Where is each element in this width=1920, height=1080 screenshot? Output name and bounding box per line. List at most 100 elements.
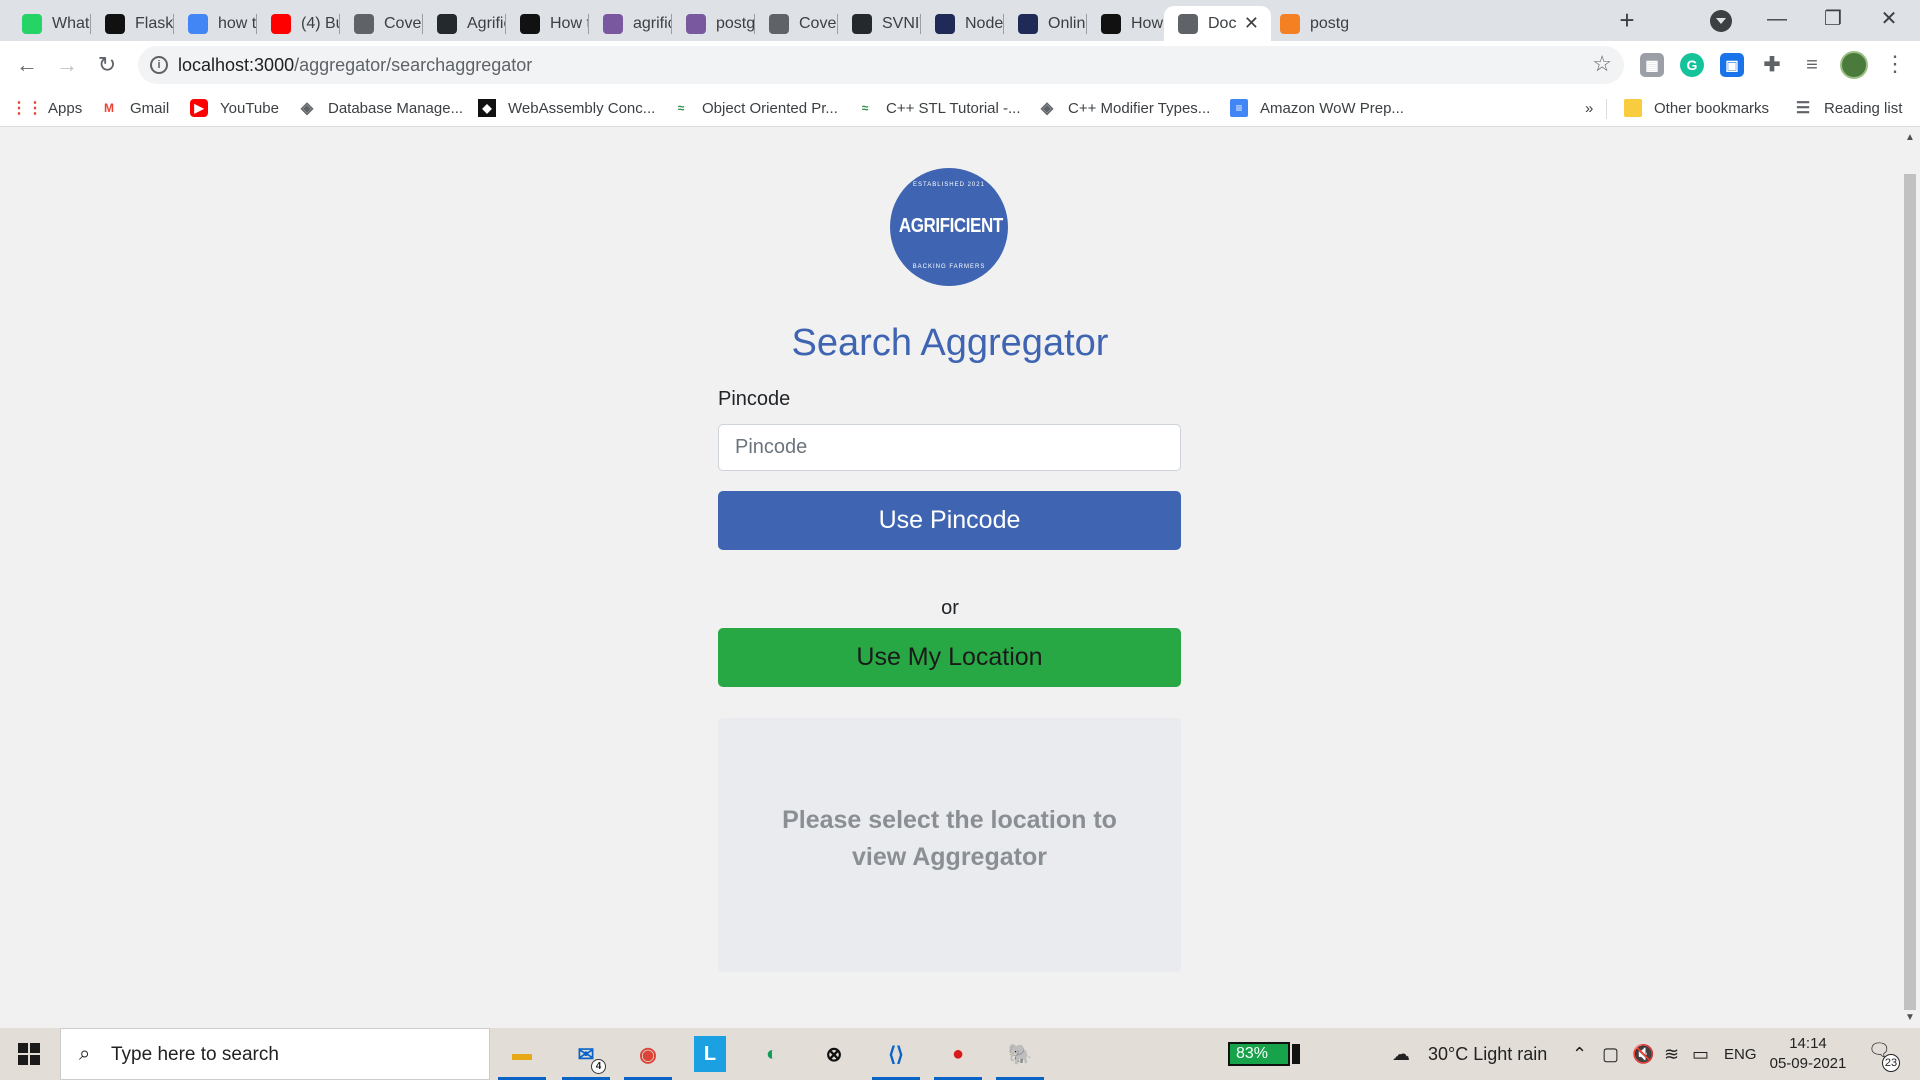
heroku-icon [603,13,623,34]
taskbar-search-box[interactable]: ⌕ Type here to search [60,1028,490,1080]
tab-search-icon[interactable] [1710,10,1732,32]
bookmark-label: Apps [48,99,83,117]
scroll-down-arrow-icon[interactable]: ▼ [1905,1012,1915,1023]
browser-tab[interactable]: Agrifici [423,6,505,41]
browser-tab[interactable]: how to [174,6,256,41]
use-my-location-button[interactable]: Use My Location [718,628,1181,687]
github-icon [437,13,457,34]
windows-start-icon[interactable] [18,1043,40,1065]
media-control-icon[interactable]: ≡ [1800,53,1824,77]
result-placeholder-message: Please select the location to view Aggre… [782,806,1117,871]
browser-tab[interactable]: Node-N [921,6,1003,41]
chevron-up-icon[interactable]: ⌃ [1572,1044,1587,1065]
browser-tab[interactable]: (4) Buil [257,6,339,41]
postgresql-icon[interactable]: 🐘 [996,1036,1044,1080]
hashnode-icon [1018,13,1038,34]
chrome-icon[interactable]: ◉ [624,1036,672,1080]
other-bookmarks-label: Other bookmarks [1654,99,1770,117]
scroll-up-arrow-icon[interactable]: ▲ [1905,132,1915,143]
browser-tab[interactable]: Cover T [755,6,837,41]
bookmark-item[interactable]: ≡ Amazon WoW Prep... [1230,97,1404,119]
forward-arrow-icon[interactable]: → [51,49,83,81]
vscode-icon[interactable]: ⟨⟩ [872,1036,920,1080]
weather-text[interactable]: 30°C Light rain [1428,1044,1547,1065]
browser-tab[interactable]: Online [1004,6,1086,41]
heroku-icon [686,13,706,34]
bookmark-item[interactable]: ◈ C++ Modifier Types... [1038,97,1210,119]
browser-tab[interactable]: How to [1087,6,1169,41]
browser-tab[interactable]: SVNIT- [838,6,920,41]
bookmark-item[interactable]: ≈ C++ STL Tutorial -... [856,97,1021,119]
system-clock[interactable]: 14:14 05-09-2021 [1768,1034,1848,1074]
tab-title: Flask Tu [135,14,173,32]
recorder-icon[interactable]: ● [934,1036,982,1080]
edge-icon[interactable]: ◐ [752,1036,792,1072]
browser-tab[interactable]: agrifici [589,6,671,41]
browser-tab[interactable]: Doc ✕ [1164,6,1271,41]
bookmark-item[interactable]: ≈ Object Oriented Pr... [672,97,838,119]
agrificient-logo: ESTABLISHED 2021 AGRIFICIENT BACKING FAR… [890,168,1008,286]
tab-close-icon[interactable]: ✕ [1244,13,1259,34]
bookmark-item[interactable]: ▶ YouTube [190,97,279,119]
xbox-icon[interactable]: ⊗ [814,1036,854,1072]
address-bar[interactable]: i localhost:3000/aggregator/searchaggreg… [138,46,1624,84]
scrollbar-thumb[interactable] [1904,174,1916,1010]
battery-tray-icon[interactable]: ▭ [1692,1044,1709,1065]
browser-tab[interactable]: How to [506,6,588,41]
new-tab-button[interactable]: + [1612,6,1642,36]
language-indicator[interactable]: ENG [1724,1046,1757,1063]
browser-tab[interactable]: WhatsA [8,6,90,41]
clock-date: 05-09-2021 [1769,1055,1847,1072]
menu-kebab-icon[interactable]: ⋮ [1884,51,1906,77]
close-window-button[interactable]: ✕ [1866,4,1912,34]
grammarly-icon[interactable]: G [1680,53,1704,77]
bookmark-item[interactable]: ◆ WebAssembly Conc... [478,97,655,119]
url-path: /aggregator/searchaggregator [294,55,533,75]
folder-icon [1624,99,1642,117]
use-pincode-button[interactable]: Use Pincode [718,491,1181,550]
page-scrollbar[interactable]: ▲ ▼ [1900,128,1920,1028]
bookmarks-overflow-button[interactable]: » [1585,97,1593,119]
browser-tab[interactable]: Flask Tu [91,6,173,41]
bookmark-label: C++ STL Tutorial -... [886,99,1021,117]
hashnode-icon [935,13,955,34]
weather-icon[interactable]: ☁ [1392,1044,1410,1065]
flask-tutorial-icon [105,13,125,34]
screenshot-extension-icon[interactable]: ▣ [1720,53,1744,77]
other-bookmarks[interactable]: Other bookmarks [1624,97,1769,119]
extensions-puzzle-icon[interactable]: ✚ [1760,53,1784,77]
pincode-input[interactable] [718,424,1181,471]
bookmark-item[interactable]: M Gmail [100,97,169,119]
minimize-button[interactable]: — [1754,4,1800,34]
bookmark-label: Amazon WoW Prep... [1260,99,1404,117]
restore-button[interactable]: ❐ [1810,4,1856,34]
bookmark-item[interactable]: ⋮⋮ Apps [11,97,83,119]
notification-center-icon[interactable]: 🗨 23 [1868,1040,1900,1072]
reload-icon[interactable]: ↻ [91,49,123,81]
wifi-icon[interactable]: ≋ [1664,1044,1679,1065]
volume-muted-icon[interactable]: 🔇 [1632,1044,1654,1065]
browser-tab[interactable]: postgre [672,6,754,41]
reading-list[interactable]: ☰ Reading list [1794,97,1903,119]
bookmark-item[interactable]: ◈ Database Manage... [298,97,463,119]
whatsapp-icon [22,13,42,34]
browser-tab[interactable]: Cover T [340,6,422,41]
reading-list-icon: ☰ [1795,100,1811,117]
extension-puzzle-grey-icon[interactable]: ▦ [1640,53,1664,77]
browser-tab[interactable]: postgre [1266,6,1348,41]
bookmark-star-icon[interactable]: ☆ [1592,51,1612,77]
profile-avatar[interactable] [1840,51,1868,79]
meet-now-icon[interactable]: ▢ [1602,1044,1619,1065]
tab-title: how to [218,14,256,32]
mail-icon[interactable]: ✉ 4 [562,1036,610,1080]
pincode-label: Pincode [718,388,791,410]
file-explorer-icon[interactable]: ▬ [498,1036,546,1080]
url-text[interactable]: localhost:3000/aggregator/searchaggregat… [178,55,532,76]
notification-count: 23 [1882,1054,1900,1072]
launcher-l-icon[interactable]: L [694,1036,726,1072]
battery-indicator[interactable]: 83% [1228,1042,1300,1066]
back-arrow-icon[interactable]: ← [11,49,43,81]
globe-icon [1178,13,1198,34]
mail-badge: 4 [591,1059,606,1074]
site-info-icon[interactable]: i [150,56,168,74]
